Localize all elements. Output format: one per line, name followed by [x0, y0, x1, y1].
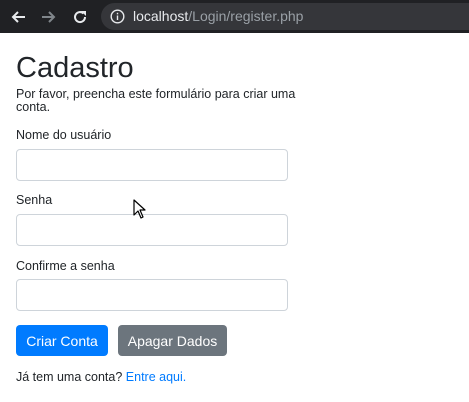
login-prompt: Já tem uma conta? Entre aqui.	[16, 370, 186, 385]
back-arrow-icon[interactable]	[7, 6, 29, 28]
login-link[interactable]: Entre aqui.	[126, 370, 186, 384]
forward-arrow-icon[interactable]	[38, 6, 60, 28]
url-path: /Login/register.php	[188, 8, 304, 24]
mouse-cursor-icon	[133, 199, 147, 219]
login-prompt-text: Já tem uma conta?	[16, 370, 123, 384]
address-bar[interactable]: localhost/Login/register.php	[101, 3, 469, 30]
reload-icon[interactable]	[69, 6, 91, 28]
url-host: localhost	[133, 8, 189, 24]
create-account-button[interactable]: Criar Conta	[16, 325, 108, 356]
confirm-password-input[interactable]	[16, 279, 288, 311]
password-input[interactable]	[16, 214, 288, 246]
url-text: localhost/Login/register.php	[133, 8, 303, 25]
clear-data-button[interactable]: Apagar Dados	[118, 325, 227, 356]
username-input[interactable]	[16, 149, 288, 181]
browser-toolbar: localhost/Login/register.php	[0, 0, 469, 33]
username-label: Nome do usuário	[16, 128, 112, 142]
intro-text: Por favor, preencha este formulário para…	[16, 87, 296, 114]
page-content: Cadastro Por favor, preencha este formul…	[0, 33, 469, 402]
page-title: Cadastro	[16, 52, 134, 84]
info-icon[interactable]	[110, 9, 125, 24]
confirm-password-label: Confirme a senha	[16, 259, 115, 273]
password-label: Senha	[16, 193, 53, 207]
